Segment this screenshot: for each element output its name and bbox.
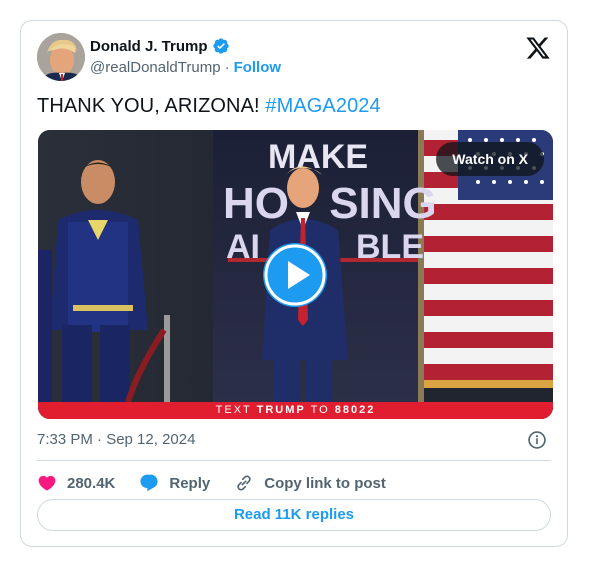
- separator-dot: ·: [224, 59, 230, 76]
- play-icon[interactable]: [262, 242, 328, 308]
- watch-on-x-button[interactable]: Watch on X: [436, 142, 544, 176]
- banner-prefix: TEXT: [215, 404, 252, 416]
- hashtag-link[interactable]: #MAGA2024: [265, 95, 380, 117]
- follow-link[interactable]: Follow: [234, 59, 282, 76]
- text-banner: TEXT TRUMP TO 88022: [38, 402, 553, 419]
- sign-text-ho: HO: [223, 179, 289, 228]
- copy-link-button[interactable]: Copy link to post: [234, 473, 386, 493]
- author-name-row: Donald J. Trump: [90, 37, 230, 55]
- avatar[interactable]: [37, 33, 85, 81]
- link-icon: [237, 475, 251, 491]
- like-button[interactable]: 280.4K: [37, 473, 115, 493]
- tweet-text: THANK YOU, ARIZONA! #MAGA2024: [37, 95, 381, 118]
- avatar-image: [37, 33, 85, 81]
- tweet-body: THANK YOU, ARIZONA!: [37, 95, 266, 117]
- banner-number: 88022: [334, 404, 376, 416]
- tweet-card: Donald J. Trump @realDonaldTrump · Follo…: [20, 20, 568, 547]
- like-count: 280.4K: [67, 474, 116, 492]
- sign-text-sing: SING: [329, 179, 437, 228]
- timestamp[interactable]: 7:33 PM · Sep 12, 2024: [37, 431, 195, 448]
- reply-button[interactable]: Reply: [139, 473, 210, 493]
- reply-bubble-icon: [140, 474, 158, 492]
- video-player[interactable]: MAKE HO SING AI BLE Watch on X TEXT TRUM…: [38, 130, 553, 419]
- banner-keyword: TRUMP: [256, 404, 306, 416]
- verified-badge-icon: [212, 38, 229, 54]
- heart-icon: [38, 475, 56, 491]
- banner-to: TO: [310, 404, 330, 416]
- read-replies-button[interactable]: Read 11K replies: [37, 499, 551, 531]
- info-icon[interactable]: [527, 430, 547, 450]
- action-bar: 280.4K Reply Copy link to post: [37, 471, 410, 495]
- reply-label: Reply: [169, 474, 211, 492]
- handle-row: @realDonaldTrump · Follow: [90, 59, 281, 76]
- x-logo-icon[interactable]: [525, 35, 551, 61]
- sign-text-make: MAKE: [268, 138, 368, 176]
- author-name[interactable]: Donald J. Trump: [90, 38, 208, 55]
- author-handle[interactable]: @realDonaldTrump: [90, 59, 221, 76]
- divider: [37, 460, 551, 461]
- copy-link-label: Copy link to post: [264, 474, 386, 492]
